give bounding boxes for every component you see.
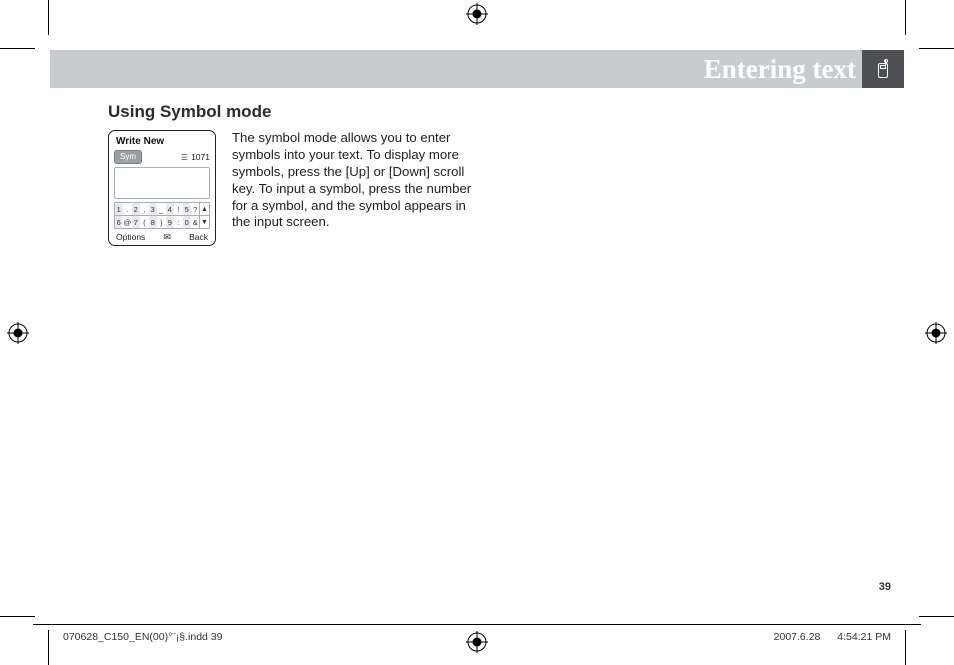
chapter-title: Entering text: [704, 50, 856, 88]
content-area: Entering text Using Symbol mode Write Ne…: [50, 50, 904, 246]
crop-mark: [48, 630, 49, 665]
symbol-key: 3: [149, 203, 157, 215]
footer-date: 2007.6.28: [774, 631, 821, 643]
char-count: 1071: [191, 152, 210, 162]
symbol-row: 6 @ 7 ( 8 ) 9 : 0 &: [114, 216, 200, 229]
symbol-val: @: [123, 216, 131, 228]
footer-timestamp: 2007.6.28 4:54:21 PM: [774, 631, 891, 643]
registration-mark-icon: [7, 322, 29, 344]
phone-screen-title: Write New: [116, 136, 210, 147]
crop-mark: [905, 630, 906, 665]
softkey-right: Back: [189, 232, 208, 242]
symbol-val: ,: [141, 203, 149, 215]
symbol-val: &: [192, 216, 199, 228]
registration-mark-icon: [466, 3, 488, 25]
symbol-val: ): [158, 216, 165, 228]
registration-mark-icon: [466, 631, 488, 653]
footer-time: 4:54:21 PM: [837, 631, 891, 643]
symbol-key: 7: [132, 216, 139, 228]
softkey-mid-icon: ✉: [163, 233, 171, 242]
footer-filename: 070628_C150_EN(00)°¨¡§.indd 39: [63, 631, 222, 643]
symbol-key: 9: [166, 216, 173, 228]
body-text: The symbol mode allows you to enter symb…: [232, 130, 482, 231]
crop-mark: [905, 0, 906, 35]
phone-status-row: Sym ☰ 1071: [114, 150, 210, 164]
crop-mark: [919, 48, 954, 49]
symbol-val: _: [158, 203, 166, 215]
crop-mark: [0, 616, 35, 617]
section-heading: Using Symbol mode: [108, 102, 904, 122]
phone-icon: [876, 60, 890, 78]
symbol-key: 4: [166, 203, 174, 215]
symbol-key: 5: [183, 203, 191, 215]
symbol-key: 8: [149, 216, 156, 228]
symbol-key: 2: [132, 203, 140, 215]
chapter-title-bar: Entering text: [50, 50, 904, 88]
crop-mark: [919, 616, 954, 617]
scroll-up-icon: ▲: [200, 203, 209, 216]
page-list-icon: ☰: [181, 153, 188, 162]
softkey-bar: Options ✉ Back: [114, 232, 210, 242]
phone-textarea: [114, 167, 210, 199]
crop-mark: [48, 0, 49, 35]
crop-mark: [0, 48, 35, 49]
input-mode-badge: Sym: [114, 150, 142, 164]
section-row: Write New Sym ☰ 1071 1 . 2: [108, 130, 904, 246]
registration-mark-icon: [925, 322, 947, 344]
symbol-val: .: [124, 203, 132, 215]
symbol-key: 1: [115, 203, 123, 215]
page-number: 39: [879, 581, 891, 593]
chapter-tab: [862, 50, 904, 88]
softkey-left: Options: [116, 232, 145, 242]
symbol-val: (: [141, 216, 148, 228]
symbol-key: 0: [183, 216, 190, 228]
page: Entering text Using Symbol mode Write Ne…: [0, 0, 954, 665]
footer-separator: [33, 624, 921, 625]
symbol-val: :: [175, 216, 182, 228]
symbol-val: !: [175, 203, 183, 215]
symbol-row: 1 . 2 , 3 _ 4 ! 5 ?: [114, 202, 200, 216]
symbol-val: ?: [192, 203, 200, 215]
scroll-down-icon: ▼: [200, 216, 209, 228]
symbol-key: 6: [115, 216, 122, 228]
phone-mockup: Write New Sym ☰ 1071 1 . 2: [108, 130, 216, 246]
